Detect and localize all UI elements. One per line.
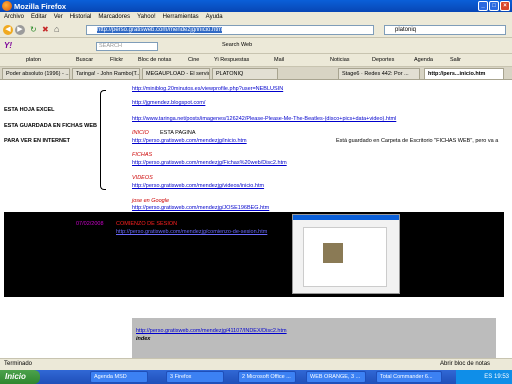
- forward-button[interactable]: ▶: [15, 25, 25, 35]
- minimize-button[interactable]: _: [478, 1, 488, 11]
- url-text: http://perso.gratisweb.com/mendezjg/inic…: [97, 27, 223, 33]
- lang-indicator[interactable]: ES: [484, 374, 492, 380]
- fichas-note: Está guardado en Carpeta de Escritorio "…: [336, 138, 499, 144]
- link-miniblog[interactable]: http://miniblog.20minutos.es/viewprofile…: [132, 86, 283, 92]
- menu-marcadores[interactable]: Marcadores: [98, 12, 130, 22]
- toolbar-flickr[interactable]: Flickr: [110, 54, 123, 67]
- menu-yahoo[interactable]: Yahoo!: [137, 12, 156, 22]
- title-bar[interactable]: Mozilla Firefox _ □ ×: [0, 0, 512, 12]
- link-blogspot[interactable]: http://jgmendez.blogspot.com/: [132, 100, 205, 106]
- tab-megaupload[interactable]: MEGAUPLOAD - El servici...: [142, 68, 210, 79]
- yahoo-links-toolbar: platon Buscar Flickr Bloc de notas Cine …: [0, 54, 512, 67]
- link-google[interactable]: http://perso.gratisweb.com/mendezjg/JOSE…: [132, 205, 269, 211]
- status-bar: Terminado Abrir bloc de notas: [0, 358, 512, 370]
- thumb-image: [323, 243, 343, 263]
- search-box[interactable]: platoniq: [384, 25, 506, 35]
- task-agenda[interactable]: Agenda MSD: [90, 371, 148, 383]
- tab-taringa[interactable]: Taringa! - John Rambo(T...: [72, 68, 140, 79]
- toolbar-mail[interactable]: Mail: [274, 54, 284, 67]
- toolbar-cine[interactable]: Cine: [188, 54, 199, 67]
- yahoo-search-field[interactable]: platon: [26, 54, 41, 67]
- toolbar-deportes[interactable]: Deportes: [372, 54, 394, 67]
- index-label: index: [136, 336, 151, 342]
- gray-section: [132, 318, 496, 358]
- status-text: Terminado: [4, 361, 33, 367]
- task-firefox[interactable]: 3 Firefox: [166, 371, 224, 383]
- bracket-divider: [100, 90, 106, 190]
- fichas-title: FICHAS: [132, 152, 153, 158]
- videos-title: VIDEOS: [132, 175, 153, 181]
- link-inicio[interactable]: http://perso.gratisweb.com/mendezjg/inic…: [132, 138, 247, 144]
- system-tray: ES 19:53: [456, 370, 512, 384]
- yahoo-search-web-button[interactable]: Search Web: [222, 42, 252, 48]
- tab-platoniq[interactable]: PLATONIQ: [212, 68, 278, 79]
- toolbar-respuestas[interactable]: Yi Respuestas: [214, 54, 249, 67]
- link-fichas[interactable]: http://perso.gratisweb.com/mendezjg/Fich…: [132, 160, 287, 166]
- toolbar-noticias[interactable]: Noticias: [330, 54, 350, 67]
- label-hoja-excel: ESTA HOJA EXCEL: [4, 107, 55, 113]
- toolbar-buscar[interactable]: Buscar: [76, 54, 93, 67]
- close-button[interactable]: ×: [500, 1, 510, 11]
- toolbar-agenda[interactable]: Agenda: [414, 54, 433, 67]
- yahoo-logo: Y!: [4, 41, 12, 50]
- tab-poder-absoluto[interactable]: Poder absoluto (1996) - ...: [2, 68, 70, 79]
- link-taringa[interactable]: http://www.taringa.net/posts/imagenes/12…: [132, 116, 396, 122]
- menu-bar: Archivo Editar Ver Historial Marcadores …: [0, 12, 512, 22]
- menu-herramientas[interactable]: Herramientas: [163, 12, 199, 22]
- esta-pagina-label: ESTA PAGINA: [160, 130, 196, 136]
- label-fichas-web: ESTA GUARDADA EN FICHAS WEB: [4, 123, 97, 129]
- menu-archivo[interactable]: Archivo: [4, 12, 24, 22]
- window-controls: _ □ ×: [478, 1, 510, 11]
- menu-ver[interactable]: Ver: [54, 12, 63, 22]
- tab-stage6[interactable]: Stage6 · Redes 442: Por ...: [338, 68, 420, 79]
- task-office[interactable]: 2 Microsoft Office ...: [238, 371, 296, 383]
- thumb-titlebar: [293, 215, 399, 220]
- google-title: jose en Google: [132, 198, 169, 204]
- tab-inicio-active[interactable]: http://pers...inicio.htm: [424, 68, 504, 79]
- yahoo-search-input[interactable]: SEARCH: [96, 42, 158, 51]
- stop-icon[interactable]: ✖: [42, 25, 49, 34]
- date-text: 07/02/2008: [76, 221, 104, 227]
- firefox-icon: [2, 1, 12, 11]
- tab-bar: Poder absoluto (1996) - ... Taringa! - J…: [0, 67, 512, 80]
- menu-ayuda[interactable]: Ayuda: [206, 12, 223, 22]
- url-bar[interactable]: http://perso.gratisweb.com/mendezjg/inic…: [86, 25, 374, 35]
- link-comienzo[interactable]: http://perso.gratisweb.com/mendezjg/comi…: [116, 229, 267, 235]
- task-total-commander[interactable]: Total Commander 6...: [376, 371, 442, 383]
- label-ver-internet: PARA VER EN INTERNET: [4, 138, 71, 144]
- start-button[interactable]: Inicio: [0, 370, 40, 384]
- yahoo-toolbar: Y! SEARCH Search Web: [0, 38, 512, 54]
- home-icon[interactable]: ⌂: [54, 24, 59, 34]
- task-web-orange[interactable]: WEB ORANGE, 3 ...: [306, 371, 366, 383]
- maximize-button[interactable]: □: [489, 1, 499, 11]
- taskbar: Inicio Agenda MSD 3 Firefox 2 Microsoft …: [0, 370, 512, 384]
- navigation-toolbar: ◀ ▶ ↻ ✖ ⌂ http://perso.gratisweb.com/men…: [0, 22, 512, 38]
- comienzo-title: COMIENZO DE SESION: [116, 221, 178, 227]
- reload-icon[interactable]: ↻: [30, 25, 37, 34]
- back-button[interactable]: ◀: [3, 25, 13, 35]
- link-index[interactable]: http://perso.gratisweb.com/mendezjg/4110…: [136, 328, 287, 334]
- link-videos[interactable]: http://perso.gratisweb.com/mendezjg/vide…: [132, 183, 264, 189]
- menu-editar[interactable]: Editar: [31, 12, 47, 22]
- screenshot-thumbnail[interactable]: [292, 214, 400, 294]
- toolbar-salir[interactable]: Salir: [450, 54, 461, 67]
- menu-historial[interactable]: Historial: [70, 12, 92, 22]
- page-content: ESTA HOJA EXCEL ESTA GUARDADA EN FICHAS …: [0, 80, 512, 358]
- inicio-title: INICIO: [132, 130, 149, 136]
- window-title: Mozilla Firefox: [14, 2, 67, 11]
- clock: 19:53: [493, 374, 509, 380]
- status-right: Abrir bloc de notas: [440, 361, 491, 367]
- thumb-page: [303, 227, 387, 287]
- toolbar-bloc[interactable]: Bloc de notas: [138, 54, 171, 67]
